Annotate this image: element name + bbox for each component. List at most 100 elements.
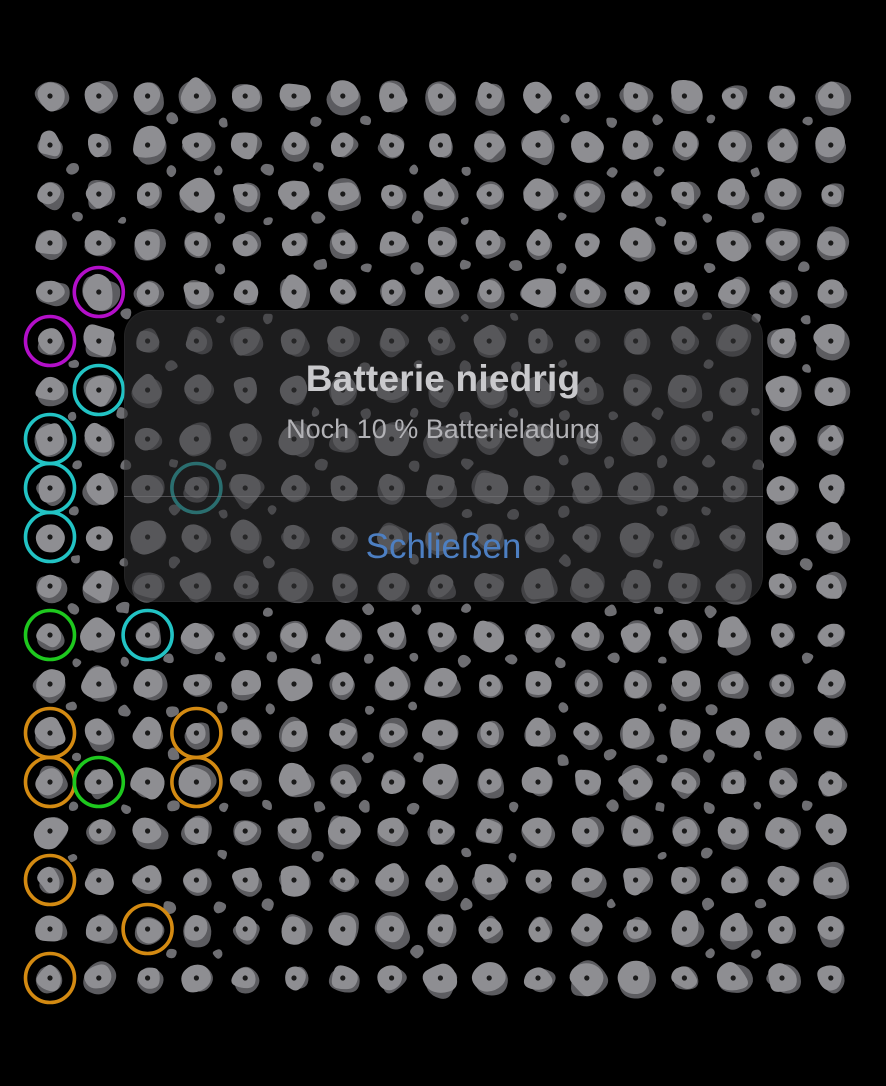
hold-bolt [828,632,834,638]
hold-bolt [633,632,639,638]
hold-bolt [535,828,541,834]
hold [765,228,801,261]
hold-bolt [291,926,297,932]
hold-bolt [535,93,541,99]
foot-chip [120,656,129,667]
hold-bolt [389,975,395,981]
hold [136,967,164,994]
hold [619,227,656,262]
hold [182,868,212,896]
hold-bolt [633,926,639,932]
hold-bolt [193,779,199,785]
hold [132,865,162,895]
hold-bolt [96,877,102,883]
hold [425,864,459,902]
hold-bolt [828,975,834,981]
hold [573,180,606,213]
hold-bolt [535,681,541,687]
hold-bolt [779,681,785,687]
hold-bolt [486,877,492,883]
hold [521,767,553,797]
hold [37,130,63,160]
hold-bolt [437,779,443,785]
hold [184,231,211,258]
hold [477,768,505,799]
hold-bolt [584,191,590,197]
hold-bolt [779,779,785,785]
hold [377,133,405,159]
hold [133,280,165,308]
foot-chip [658,703,667,712]
hold-bolt [779,975,785,981]
hold [767,915,797,944]
hold [84,867,114,896]
hold-bolt [291,93,297,99]
hold [330,764,362,798]
hold [34,81,70,112]
hold-body [278,762,312,796]
hold-bolt [730,975,736,981]
foot-chip [360,263,372,273]
hold [279,620,309,653]
foot-chip [115,601,130,614]
foot-chip [461,603,472,613]
hold-bolt [193,730,199,736]
hold [35,964,63,994]
hold [671,910,705,948]
hold-bolt [828,338,834,344]
hold [327,815,361,850]
foot-chip [408,701,418,711]
hold-bolt [828,926,834,932]
hold [717,671,749,699]
foot-chip [121,804,132,814]
foot-chip [655,802,665,812]
hold-bolt [47,191,53,197]
hold [181,132,216,162]
foot-chip [556,262,567,274]
hold-bolt [291,289,297,295]
hold-bolt [486,632,492,638]
foot-chip [508,260,523,272]
hold-bolt [291,142,297,148]
hold-bolt [828,583,834,589]
hold [231,717,262,749]
hold-bolt [389,926,395,932]
hold [571,130,604,164]
hold-bolt [437,191,443,197]
foot-chip [461,166,471,176]
hold [279,274,310,310]
hold [36,623,65,651]
hold-bolt [779,93,785,99]
hold [36,574,68,604]
hold-bolt [633,975,639,981]
hold-bolt [633,142,639,148]
hold [766,522,799,556]
hold [669,718,701,752]
hold [130,767,165,800]
foot-chip [311,653,322,665]
foot-chip [166,165,177,178]
foot-chip [167,800,180,812]
hold-bolt [242,240,248,246]
hold-bolt [633,730,639,736]
foot-chip [313,258,328,270]
foot-chip [166,112,179,125]
hold-bolt [145,926,151,932]
hold-bolt [535,191,541,197]
hold-bolt [486,289,492,295]
hold [329,278,357,305]
hold [618,764,654,801]
hold [423,178,459,211]
hold [523,967,556,993]
hold-bolt [437,975,443,981]
hold [526,229,553,261]
hold [768,573,797,599]
close-button[interactable]: Schließen [124,497,763,602]
hold-bolt [486,681,492,687]
hold-bolt [389,191,395,197]
hold [422,719,459,750]
hold [672,816,701,847]
hold-bolt [145,975,151,981]
foot-chip [457,654,471,668]
hold-bolt [389,681,395,687]
